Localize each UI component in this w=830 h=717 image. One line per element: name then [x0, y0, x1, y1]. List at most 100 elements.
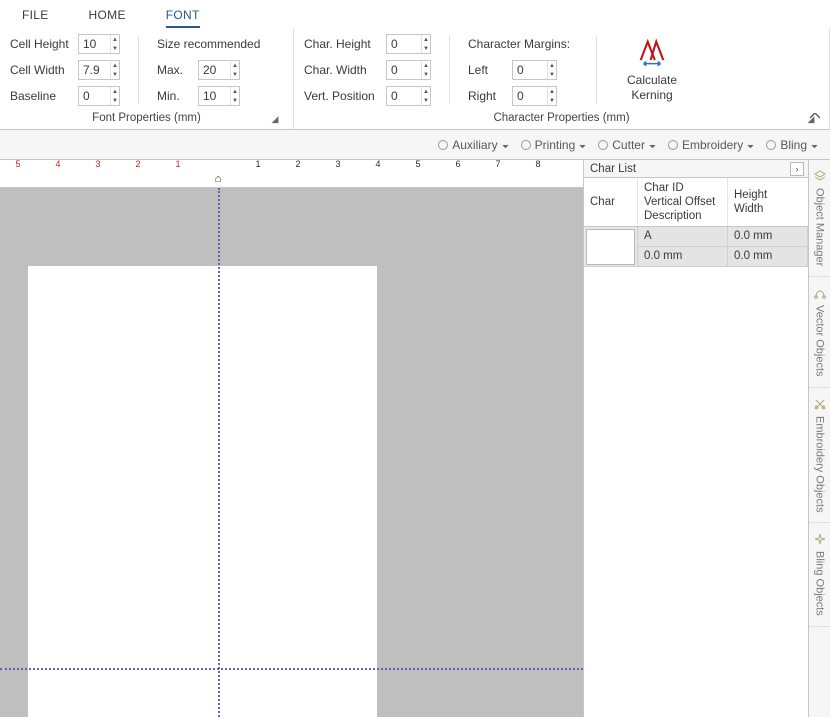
up-icon[interactable]: ▲ — [422, 61, 430, 70]
group-character-properties: Char. Height ▲▼ Char. Width ▲▼ Vert. Pos… — [294, 28, 830, 129]
embroidery-toggle[interactable]: Embroidery — [664, 136, 758, 154]
margin-right-label: Right — [468, 89, 506, 103]
cell-char-id: A — [638, 227, 728, 247]
main-tabs: FILE HOME FONT — [0, 0, 830, 28]
margin-left-input[interactable] — [513, 61, 547, 79]
workspace: ⌂ 1234512345678 Char List › Char Char ID… — [0, 160, 830, 717]
ribbon-collapse-button[interactable] — [808, 109, 822, 123]
max-spinner[interactable]: ▲▼ — [198, 60, 240, 80]
cell-voffset: 0.0 mm — [638, 247, 728, 267]
char-width-spinner[interactable]: ▲▼ — [386, 60, 431, 80]
baseline-input[interactable] — [79, 87, 110, 105]
char-width-input[interactable] — [387, 61, 421, 79]
down-icon[interactable]: ▼ — [422, 44, 430, 53]
cell-height: 0.0 mm — [728, 227, 808, 247]
down-icon[interactable]: ▼ — [231, 96, 239, 105]
col-ids: Char ID Vertical Offset Description — [638, 178, 728, 226]
up-icon[interactable]: ▲ — [548, 61, 556, 70]
min-input[interactable] — [199, 87, 230, 105]
char-list-row[interactable]: A 0.0 mm 0.0 mm 0.0 mm — [584, 227, 808, 267]
baseline-spinner[interactable]: ▲▼ — [78, 86, 120, 106]
cutter-toggle[interactable]: Cutter — [594, 136, 660, 154]
horizontal-ruler[interactable]: ⌂ 1234512345678 — [0, 160, 583, 188]
radio-icon — [668, 140, 678, 150]
up-icon[interactable]: ▲ — [422, 87, 430, 96]
min-spinner[interactable]: ▲▼ — [198, 86, 240, 106]
printing-toggle[interactable]: Printing — [517, 136, 591, 154]
cell-height-label: Cell Height — [10, 37, 72, 51]
cell-height-spinner[interactable]: ▲▼ — [78, 34, 120, 54]
vertical-guide[interactable] — [218, 188, 220, 717]
chevron-down-icon — [502, 138, 509, 152]
sparkle-icon — [814, 533, 826, 545]
down-icon[interactable]: ▼ — [231, 70, 239, 79]
tab-bling-objects[interactable]: Bling Objects — [809, 523, 830, 627]
down-icon[interactable]: ▼ — [548, 70, 556, 79]
max-input[interactable] — [199, 61, 230, 79]
vert-position-label: Vert. Position — [304, 89, 380, 103]
char-list-scroll-button[interactable]: › — [790, 162, 804, 176]
char-list-title: Char List — [590, 163, 636, 175]
ribbon: Cell Height ▲▼ Cell Width ▲▼ Baseline — [0, 28, 830, 130]
page — [28, 266, 377, 717]
char-list-header: Char List › — [584, 160, 808, 178]
scissors-icon — [814, 398, 826, 410]
down-icon[interactable]: ▼ — [422, 96, 430, 105]
baseline-label: Baseline — [10, 89, 72, 103]
auxiliary-toggle[interactable]: Auxiliary — [434, 136, 512, 154]
vert-position-input[interactable] — [387, 87, 421, 105]
cell-width-input[interactable] — [79, 61, 110, 79]
cell-height-input[interactable] — [79, 35, 110, 53]
char-thumbnail — [586, 229, 635, 265]
up-icon[interactable]: ▲ — [111, 61, 119, 70]
canvas-area: ⌂ 1234512345678 — [0, 160, 584, 717]
tab-home[interactable]: HOME — [89, 6, 126, 28]
up-icon[interactable]: ▲ — [111, 35, 119, 44]
chevron-down-icon — [579, 138, 586, 152]
vert-position-spinner[interactable]: ▲▼ — [386, 86, 431, 106]
margin-right-spinner[interactable]: ▲▼ — [512, 86, 557, 106]
up-icon[interactable]: ▲ — [422, 35, 430, 44]
down-icon[interactable]: ▼ — [548, 96, 556, 105]
character-margins-label: Character Margins: — [468, 37, 578, 51]
col-char: Char — [584, 178, 638, 226]
secondary-toolbar: Auxiliary Printing Cutter Embroidery Bli… — [0, 130, 830, 160]
down-icon[interactable]: ▼ — [111, 96, 119, 105]
down-icon[interactable]: ▼ — [111, 44, 119, 53]
canvas-viewport[interactable] — [0, 188, 583, 717]
up-icon[interactable]: ▲ — [548, 87, 556, 96]
down-icon[interactable]: ▼ — [422, 70, 430, 79]
char-height-input[interactable] — [387, 35, 421, 53]
chevron-down-icon — [747, 138, 754, 152]
font-properties-title: Font Properties (mm) ◢ — [10, 109, 283, 127]
down-icon[interactable]: ▼ — [111, 70, 119, 79]
tab-file[interactable]: FILE — [22, 6, 49, 28]
cell-width-label: Cell Width — [10, 63, 72, 77]
stack-icon — [814, 170, 826, 182]
col-dims: Height Width — [728, 178, 808, 226]
kerning-icon — [635, 38, 669, 71]
calculate-kerning-button[interactable]: Calculate Kerning — [615, 34, 689, 106]
separator — [596, 36, 597, 104]
tab-vector-objects[interactable]: Vector Objects — [809, 277, 830, 388]
up-icon[interactable]: ▲ — [231, 87, 239, 96]
up-icon[interactable]: ▲ — [111, 87, 119, 96]
horizontal-guide[interactable] — [0, 668, 583, 670]
tab-embroidery-objects[interactable]: Embroidery Objects — [809, 388, 830, 524]
group-font-properties: Cell Height ▲▼ Cell Width ▲▼ Baseline — [0, 28, 294, 129]
ruler-origin-marker[interactable]: ⌂ — [215, 173, 222, 185]
char-height-spinner[interactable]: ▲▼ — [386, 34, 431, 54]
margin-left-spinner[interactable]: ▲▼ — [512, 60, 557, 80]
margin-right-input[interactable] — [513, 87, 547, 105]
char-height-label: Char. Height — [304, 37, 380, 51]
vector-icon — [814, 287, 826, 299]
radio-icon — [766, 140, 776, 150]
separator — [449, 36, 450, 104]
bling-toggle[interactable]: Bling — [762, 136, 822, 154]
font-properties-launcher[interactable]: ◢ — [269, 113, 281, 125]
tab-font[interactable]: FONT — [166, 6, 200, 28]
tab-object-manager[interactable]: Object Manager — [809, 160, 830, 277]
chevron-down-icon — [811, 138, 818, 152]
up-icon[interactable]: ▲ — [231, 61, 239, 70]
cell-width-spinner[interactable]: ▲▼ — [78, 60, 120, 80]
